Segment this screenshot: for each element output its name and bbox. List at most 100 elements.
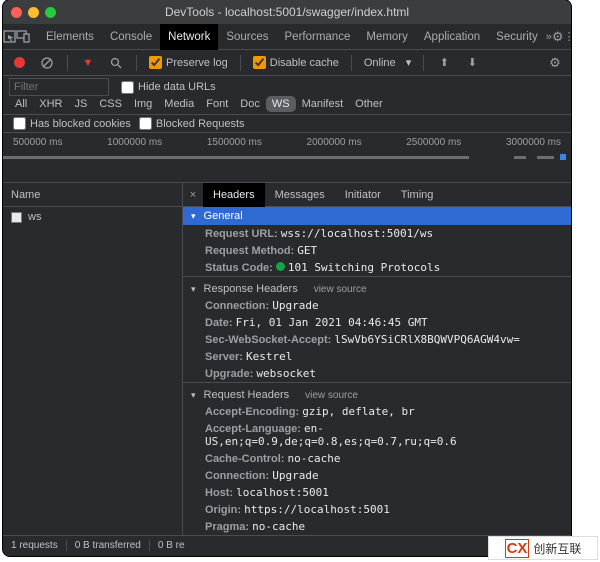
- tab-elements[interactable]: Elements: [38, 24, 102, 50]
- throttle-select[interactable]: Online ▾: [360, 56, 415, 69]
- network-toolbar: ▼ Preserve log Disable cache Online ▾ ⬆ …: [3, 50, 571, 76]
- timeline-tick: 500000 ms: [13, 137, 62, 148]
- response-headers-section-header[interactable]: Response Headersview source: [183, 276, 571, 297]
- view-source-link[interactable]: view source: [305, 390, 358, 401]
- kv-row: Request URL: wss://localhost:5001/ws: [183, 225, 571, 242]
- filter-input[interactable]: [9, 78, 109, 96]
- kv-row: Accept-Language: en-US,en;q=0.9,de;q=0.8…: [183, 420, 571, 450]
- tab-performance[interactable]: Performance: [277, 24, 359, 50]
- settings-icon[interactable]: ⚙: [552, 24, 564, 50]
- separator: [423, 55, 424, 71]
- record-icon[interactable]: [7, 50, 31, 76]
- detail-tab-headers[interactable]: Headers: [203, 183, 265, 207]
- close-icon[interactable]: [11, 7, 22, 18]
- filter-pill-js[interactable]: JS: [68, 96, 93, 112]
- inspect-icon[interactable]: [3, 24, 16, 50]
- request-name: ws: [28, 211, 41, 223]
- separator: [240, 55, 241, 71]
- section-title: Request Headers: [204, 389, 290, 401]
- filter-pill-css[interactable]: CSS: [93, 96, 128, 112]
- has-blocked-cookies-checkbox[interactable]: Has blocked cookies: [9, 117, 135, 130]
- maximize-icon[interactable]: [45, 7, 56, 18]
- close-details-icon[interactable]: ×: [183, 182, 203, 208]
- download-icon[interactable]: ⬇: [460, 50, 484, 76]
- requests-count: 1 requests: [11, 540, 67, 551]
- timeline-tick: 3000000 ms: [506, 137, 561, 148]
- kv-row: Sec-WebSocket-Accept: lSwVb6YSiCRlX8BQWV…: [183, 331, 571, 348]
- watermark-logo: CX 创新互联: [488, 536, 598, 560]
- kv-row: Accept-Encoding: gzip, deflate, br: [183, 403, 571, 420]
- table-row[interactable]: ws: [3, 207, 182, 227]
- detail-tab-messages[interactable]: Messages: [265, 183, 335, 207]
- separator: [351, 55, 352, 71]
- timeline-tick: 1000000 ms: [107, 137, 162, 148]
- filter-pill-xhr[interactable]: XHR: [33, 96, 68, 112]
- tab-network[interactable]: Network: [160, 24, 218, 50]
- watermark-text: 创新互联: [533, 540, 581, 557]
- filter-pill-media[interactable]: Media: [158, 96, 200, 112]
- separator: [136, 55, 137, 71]
- kv-row: Host: localhost:5001: [183, 484, 571, 501]
- kv-row: Origin: https://localhost:5001: [183, 501, 571, 518]
- kv-row: Request Method: GET: [183, 242, 571, 259]
- top-tabbar: ElementsConsoleNetworkSourcesPerformance…: [3, 24, 571, 50]
- timeline-tick: 1500000 ms: [207, 137, 262, 148]
- traffic-lights[interactable]: [11, 7, 56, 18]
- kebab-icon[interactable]: ⋮: [563, 24, 571, 50]
- device-toolbar-icon[interactable]: [16, 24, 30, 50]
- upload-icon[interactable]: ⬆: [432, 50, 456, 76]
- blocked-requests-label: Blocked Requests: [156, 118, 245, 130]
- preserve-log-checkbox[interactable]: Preserve log: [145, 56, 232, 69]
- transferred-size: 0 B transferred: [75, 540, 150, 551]
- detail-tab-initiator[interactable]: Initiator: [335, 183, 391, 207]
- headers-panel: General Request URL: wss://localhost:500…: [183, 207, 571, 535]
- general-section-header[interactable]: General: [183, 207, 571, 225]
- view-source-link[interactable]: view source: [314, 284, 367, 295]
- hide-data-urls-label: Hide data URLs: [138, 81, 216, 93]
- columns-header: Name × HeadersMessagesInitiatorTiming: [3, 183, 571, 207]
- request-headers-section-header[interactable]: Request Headers view source: [183, 382, 571, 403]
- filter-pill-font[interactable]: Font: [200, 96, 234, 112]
- preserve-log-label: Preserve log: [166, 57, 228, 69]
- filter-pill-doc[interactable]: Doc: [234, 96, 266, 112]
- timeline-tick: 2500000 ms: [406, 137, 461, 148]
- filter-pill-ws[interactable]: WS: [266, 96, 296, 112]
- status-bar: 1 requests 0 B transferred 0 B re: [3, 535, 571, 555]
- tab-memory[interactable]: Memory: [358, 24, 416, 50]
- kv-row: Cache-Control: no-cache: [183, 450, 571, 467]
- kv-row: Server: Kestrel: [183, 348, 571, 365]
- filter-icon[interactable]: ▼: [76, 50, 100, 76]
- detail-tab-timing[interactable]: Timing: [391, 183, 444, 207]
- separator: [67, 55, 68, 71]
- clear-icon[interactable]: [35, 50, 59, 76]
- filter-pill-other[interactable]: Other: [349, 96, 389, 112]
- filter-bar: Hide data URLs AllXHRJSCSSImgMediaFontDo…: [3, 76, 571, 115]
- main-content: ws General Request URL: wss://localhost:…: [3, 207, 571, 535]
- throttle-value: Online: [364, 57, 396, 69]
- name-column-header[interactable]: Name: [3, 183, 183, 207]
- blocked-requests-checkbox[interactable]: Blocked Requests: [135, 117, 249, 130]
- tab-sources[interactable]: Sources: [218, 24, 276, 50]
- kv-row: Connection: Upgrade: [183, 467, 571, 484]
- search-icon[interactable]: [104, 50, 128, 76]
- kv-row: Pragma: no-cache: [183, 518, 571, 535]
- section-title: General: [204, 210, 243, 222]
- filter-bar-2: Has blocked cookies Blocked Requests: [3, 115, 571, 133]
- filter-pill-img[interactable]: Img: [128, 96, 158, 112]
- disable-cache-label: Disable cache: [270, 57, 339, 69]
- tab-console[interactable]: Console: [102, 24, 160, 50]
- resources-size: 0 B re: [158, 540, 193, 551]
- filter-pill-all[interactable]: All: [9, 96, 33, 112]
- window-title: DevTools - localhost:5001/swagger/index.…: [3, 5, 571, 19]
- timeline-overview[interactable]: 500000 ms 1000000 ms 1500000 ms 2000000 ms 2…: [3, 133, 571, 183]
- disable-cache-checkbox[interactable]: Disable cache: [249, 56, 343, 69]
- tab-application[interactable]: Application: [416, 24, 488, 50]
- tab-security[interactable]: Security: [488, 24, 546, 50]
- minimize-icon[interactable]: [28, 7, 39, 18]
- timeline-tick: 2000000 ms: [307, 137, 362, 148]
- titlebar: DevTools - localhost:5001/swagger/index.…: [3, 0, 571, 24]
- filter-pill-manifest[interactable]: Manifest: [296, 96, 350, 112]
- ws-icon: [11, 212, 22, 223]
- hide-data-urls-checkbox[interactable]: Hide data URLs: [117, 81, 220, 94]
- network-settings-icon[interactable]: ⚙: [543, 50, 567, 76]
